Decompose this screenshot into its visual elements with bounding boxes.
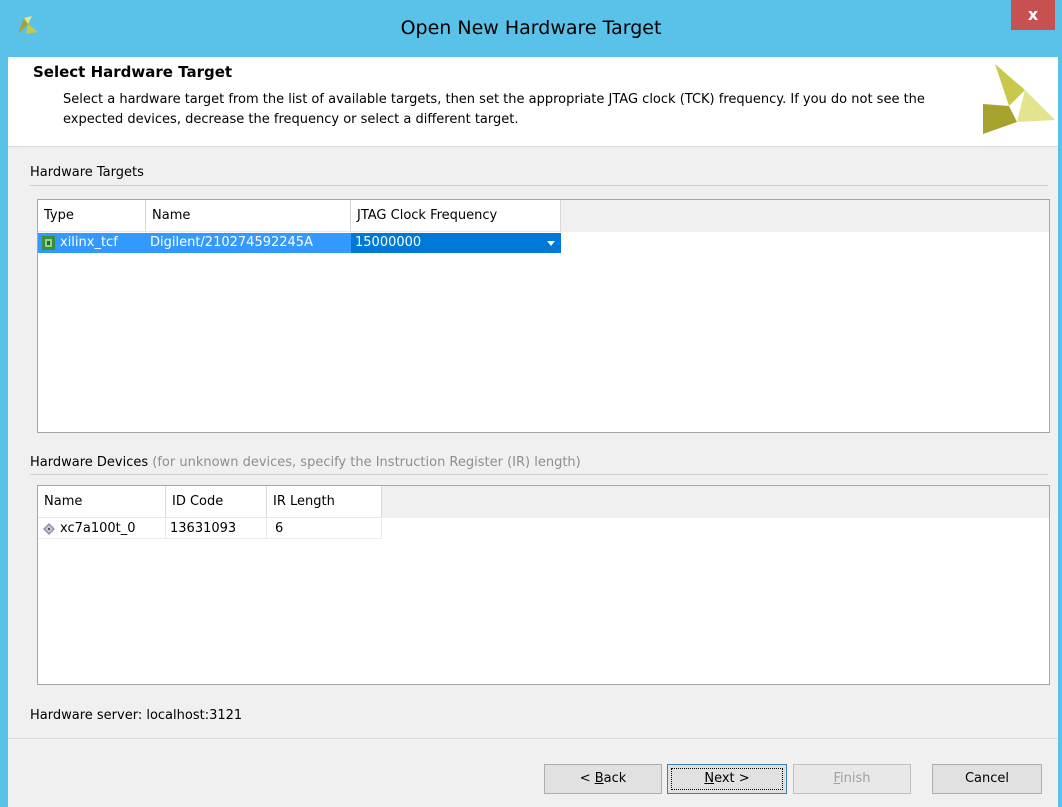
column-header-name[interactable]: Name [38,486,166,518]
targets-section-label: Hardware Targets [30,165,144,180]
jtag-frequency-value: 15000000 [355,235,422,250]
jtag-frequency-dropdown[interactable]: 15000000 [351,233,561,253]
window-title: Open New Hardware Target [400,17,662,39]
fpga-device-icon [43,523,55,535]
table-header: Type Name JTAG Clock Frequency [38,200,1049,232]
finish-button[interactable]: Finish [793,764,911,794]
page-description: Select a hardware target from the list o… [63,92,925,127]
targets-table[interactable]: Type Name JTAG Clock Frequency xilinx_tc… [37,199,1050,433]
column-header-name[interactable]: Name [146,200,351,232]
wizard-header: Select Hardware Target Select a hardware… [8,57,1058,147]
chevron-down-icon[interactable] [547,241,555,246]
device-name-cell: xc7a100t_0 [38,519,166,539]
back-button-label: ack [603,771,627,786]
column-header-type[interactable]: Type [38,200,146,232]
section-divider [30,474,1048,475]
finish-button-label: inish [840,771,871,786]
title-bar[interactable]: Open New Hardware Target x [0,0,1062,57]
device-ir-length-cell[interactable]: 6 [267,519,382,539]
cancel-button[interactable]: Cancel [932,764,1042,794]
table-header: Name ID Code IR Length [38,486,1049,518]
device-name-text: xc7a100t_0 [60,521,136,536]
devices-section-label: Hardware Devices (for unknown devices, s… [30,455,581,470]
table-row[interactable]: xc7a100t_0 13631093 6 [38,519,382,539]
footer-divider [8,738,1058,739]
back-button[interactable]: < Back [544,764,662,794]
column-header-jtag-frequency[interactable]: JTAG Clock Frequency [351,200,561,232]
back-button-prefix: < [579,771,595,786]
target-type-text: xilinx_tcf [60,235,118,250]
column-header-ir-length[interactable]: IR Length [267,486,382,518]
column-header-id-code[interactable]: ID Code [166,486,267,518]
devices-section-hint: (for unknown devices, specify the Instru… [152,455,581,470]
devices-section-title: Hardware Devices [30,455,149,470]
next-button[interactable]: Next > [667,764,787,794]
dialog-body: Select Hardware Target Select a hardware… [8,57,1058,807]
close-button[interactable]: x [1011,0,1055,30]
vivado-logo-icon [983,64,1055,134]
table-row[interactable]: xilinx_tcf Digilent/210274592245A 150000… [38,233,561,253]
chip-board-icon [42,236,55,250]
hardware-server-status: Hardware server: localhost:3121 [30,708,243,723]
target-name-cell: Digilent/210274592245A [146,233,351,253]
page-title: Select Hardware Target [33,63,233,81]
focus-rectangle [671,768,783,790]
device-id-code-cell: 13631093 [166,519,267,539]
devices-table[interactable]: Name ID Code IR Length xc7a100t_0 136310… [37,485,1050,685]
back-button-mnemonic: B [594,771,604,786]
section-divider [30,185,1048,186]
